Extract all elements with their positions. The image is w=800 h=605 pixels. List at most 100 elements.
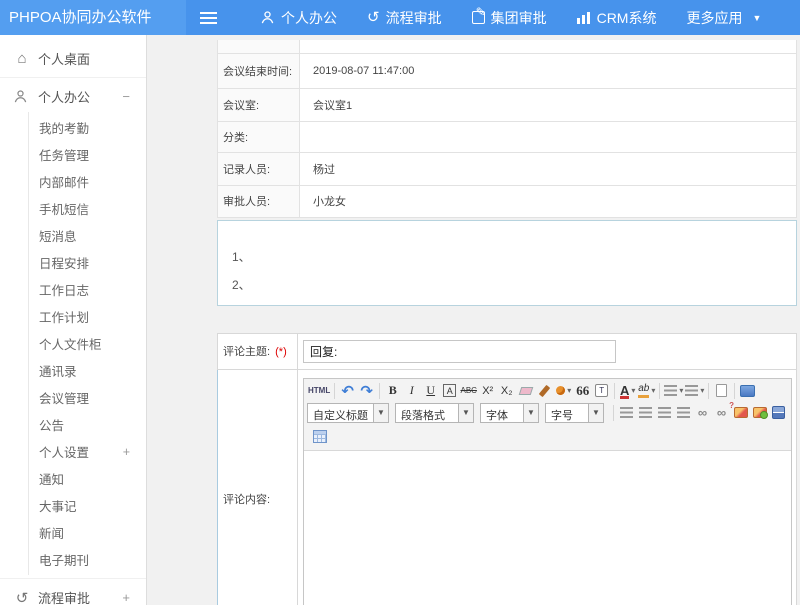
expand-icon[interactable]: + xyxy=(122,590,136,605)
field-label: 记录人员: xyxy=(218,152,300,185)
screen-icon xyxy=(740,385,755,397)
strikethrough-button[interactable]: ABC xyxy=(459,381,478,401)
paragraph-format-select[interactable]: 段落格式 ▼ xyxy=(395,403,474,423)
format-painter-button[interactable] xyxy=(535,381,554,401)
sidebar-subitem[interactable]: 个人设置 + xyxy=(29,438,146,465)
field-value: 小龙女 xyxy=(300,185,797,217)
align-justify-button[interactable] xyxy=(674,403,693,423)
table-row: 评论主题: (*) xyxy=(218,333,797,369)
insert-link-button[interactable]: ∞ xyxy=(693,403,712,423)
content-line: 1、 xyxy=(232,243,796,271)
sidebar-subitem[interactable]: 内部邮件 xyxy=(29,168,146,195)
sidebar-subitem[interactable]: 短消息 xyxy=(29,222,146,249)
align-right-icon xyxy=(658,407,671,418)
insert-table-button[interactable] xyxy=(310,427,329,447)
expand-icon[interactable]: + xyxy=(123,445,146,459)
sidebar-subitem[interactable]: 通知 xyxy=(29,465,146,492)
chevron-down-icon: ▾ xyxy=(651,386,655,395)
fullscreen-button[interactable] xyxy=(738,381,757,401)
align-center-icon xyxy=(639,407,652,418)
sidebar-subitem[interactable]: 大事记 xyxy=(29,492,146,519)
html-source-button[interactable]: HTML xyxy=(307,381,331,401)
media-icon xyxy=(772,406,785,419)
nav-more-apps[interactable]: 更多应用 ▼ xyxy=(671,0,776,35)
font-family-select[interactable]: 字体 ▼ xyxy=(480,403,539,423)
menu-toggle-icon[interactable] xyxy=(200,12,217,24)
divider xyxy=(0,578,146,579)
nav-label: CRM系统 xyxy=(597,8,657,28)
meeting-info-table: 会议结束时间: 2019-08-07 11:47:00 会议室: 会议室1 分类… xyxy=(217,40,797,218)
align-left-button[interactable] xyxy=(617,403,636,423)
align-right-button[interactable] xyxy=(655,403,674,423)
comment-content-editarea[interactable] xyxy=(304,451,791,605)
sidebar-subitem[interactable]: 我的考勤 xyxy=(29,114,146,141)
remove-link-button[interactable]: ∞ xyxy=(712,403,731,423)
align-center-button[interactable] xyxy=(636,403,655,423)
font-size-select[interactable]: 字号 ▼ xyxy=(545,403,604,423)
table-row xyxy=(218,40,797,53)
comment-subject-input[interactable] xyxy=(303,340,616,363)
paste-from-word-button[interactable]: T xyxy=(592,381,611,401)
editor-toolbar-row-3 xyxy=(304,425,791,451)
bold-button[interactable]: B xyxy=(383,381,402,401)
field-value: 会议室1 xyxy=(300,88,797,121)
align-justify-icon xyxy=(677,407,690,418)
sidebar-subitem[interactable]: 新闻 xyxy=(29,519,146,546)
eraser-button[interactable] xyxy=(516,381,535,401)
home-icon: ⌂ xyxy=(13,50,31,67)
sidebar-subitem[interactable]: 工作计划 xyxy=(29,303,146,330)
font-color-button[interactable]: A▾ xyxy=(618,381,637,401)
sidebar: ⌂ 个人桌面 个人办公 − 我的考勤 任务管理 内部邮件 手机短信 短消息 日程… xyxy=(0,35,147,605)
palette-icon xyxy=(556,386,565,395)
table-row: 记录人员: 杨过 xyxy=(218,152,797,185)
comment-subject-label: 评论主题: xyxy=(223,346,270,358)
unordered-list-button[interactable]: ▾ xyxy=(684,381,705,401)
chevron-down-icon: ▾ xyxy=(700,386,704,395)
sidebar-item-workflow-approval[interactable]: ↺ 流程审批 + xyxy=(0,582,146,605)
nav-workflow-approval[interactable]: ↺ 流程审批 xyxy=(352,0,457,35)
field-label: 分类: xyxy=(218,121,300,152)
editor-toolbar-row-2: 自定义标题 ▼ 段落格式 ▼ 字体 ▼ xyxy=(304,403,791,425)
font-style-button[interactable]: A xyxy=(443,384,456,397)
style-palette-button[interactable]: ▾ xyxy=(554,381,573,401)
superscript-button[interactable]: X² xyxy=(478,381,497,401)
divider xyxy=(613,405,614,421)
nav-group-approval[interactable]: 集团审批 xyxy=(457,0,562,35)
ordered-list-button[interactable]: ▾ xyxy=(663,381,684,401)
insert-media-button[interactable] xyxy=(769,403,788,423)
redo-button[interactable]: ↷ xyxy=(357,381,376,401)
chevron-down-icon: ▾ xyxy=(631,386,635,395)
table-row: 评论内容: HTML ↶ ↷ B I U A xyxy=(218,369,797,605)
process-icon: ↺ xyxy=(367,10,380,25)
highlight-color-button[interactable]: ab▾ xyxy=(637,381,656,401)
ordered-list-icon xyxy=(664,385,677,396)
nav-personal-office[interactable]: 个人办公 xyxy=(245,0,352,35)
sidebar-subitem[interactable]: 工作日志 xyxy=(29,276,146,303)
underline-button[interactable]: U xyxy=(421,381,440,401)
content-area: 会议结束时间: 2019-08-07 11:47:00 会议室: 会议室1 分类… xyxy=(147,35,800,605)
collapse-icon[interactable]: − xyxy=(122,89,136,104)
custom-heading-select[interactable]: 自定义标题 ▼ xyxy=(307,403,389,423)
divider xyxy=(659,383,660,399)
divider xyxy=(379,383,380,399)
sidebar-item-label: 个人桌面 xyxy=(38,49,90,68)
sidebar-item-desktop[interactable]: ⌂ 个人桌面 xyxy=(0,43,146,74)
undo-button[interactable]: ↶ xyxy=(338,381,357,401)
new-page-button[interactable] xyxy=(712,381,731,401)
album-icon xyxy=(753,407,767,418)
sidebar-subitem[interactable]: 日程安排 xyxy=(29,249,146,276)
sidebar-subitem[interactable]: 手机短信 xyxy=(29,195,146,222)
sidebar-subitem[interactable]: 会议管理 xyxy=(29,384,146,411)
sidebar-subitem[interactable]: 电子期刊 xyxy=(29,546,146,573)
sidebar-item-personal-office[interactable]: 个人办公 − xyxy=(0,81,146,112)
sidebar-subitem[interactable]: 个人文件柜 xyxy=(29,330,146,357)
sidebar-subitem[interactable]: 通讯录 xyxy=(29,357,146,384)
blockquote-button[interactable]: 66 xyxy=(573,381,592,401)
sidebar-subitem[interactable]: 公告 xyxy=(29,411,146,438)
italic-button[interactable]: I xyxy=(402,381,421,401)
sidebar-subitem[interactable]: 任务管理 xyxy=(29,141,146,168)
nav-crm-system[interactable]: CRM系统 xyxy=(562,0,672,35)
rich-text-editor: HTML ↶ ↷ B I U A ABC X² X₂ xyxy=(303,378,792,605)
image-album-button[interactable] xyxy=(750,403,769,423)
subscript-button[interactable]: X₂ xyxy=(497,381,516,401)
